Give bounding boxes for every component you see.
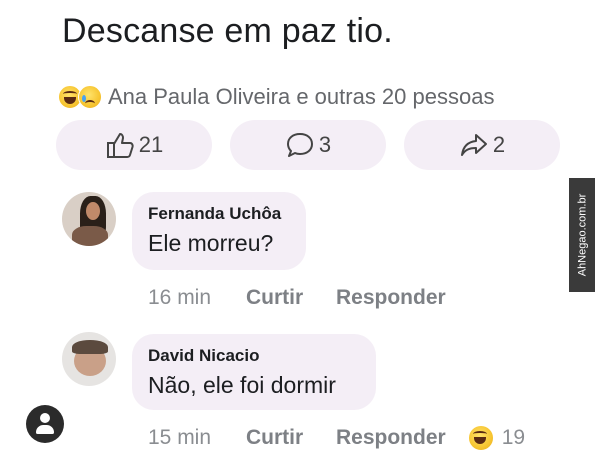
comment-text: Ele morreu? [148,230,274,256]
reactions-summary[interactable]: Ana Paula Oliveira e outras 20 pessoas [58,82,494,112]
share-arrow-icon [460,134,487,156]
comment-icon [286,133,313,157]
comment-reaction-count[interactable]: 19 [502,426,525,450]
comment-like-button[interactable]: Curtir [246,286,336,310]
watermark-text: AhNegao.com.br [576,193,589,277]
comment-count: 3 [318,132,332,157]
share-count: 2 [492,132,506,157]
comment-time[interactable]: 15 min [148,426,246,450]
comment-meta: 16 min Curtir Responder [148,286,446,310]
watermark: AhNegao.com.br [569,178,595,292]
thumbs-up-icon [106,133,134,158]
comment-button[interactable]: 3 [230,120,386,170]
comment-bubble: Fernanda Uchôa Ele morreu? [132,192,306,270]
comment-reply-button[interactable]: Responder [336,426,446,450]
user-profile-icon[interactable] [26,405,64,443]
comment-author[interactable]: David Nicacio [148,346,358,366]
comment-author[interactable]: Fernanda Uchôa [148,204,288,224]
like-count: 21 [138,132,164,157]
comment-reply-button[interactable]: Responder [336,286,446,310]
avatar[interactable] [62,332,116,386]
comment-like-button[interactable]: Curtir [246,426,336,450]
comment-time[interactable]: 16 min [148,286,246,310]
comment-text: Não, ele foi dormir [148,372,336,398]
reactions-summary-text: Ana Paula Oliveira e outras 20 pessoas [108,84,495,109]
post-text: Descanse em paz tio. [62,12,393,50]
comment-meta: 15 min Curtir Responder 19 [148,425,525,451]
like-button[interactable]: 21 [56,120,212,170]
laugh-emoji-icon[interactable] [467,425,494,451]
share-button[interactable]: 2 [404,120,560,170]
comment-bubble: David Nicacio Não, ele foi dormir [132,334,376,410]
sad-emoji-icon [78,85,102,109]
avatar[interactable] [62,192,116,246]
